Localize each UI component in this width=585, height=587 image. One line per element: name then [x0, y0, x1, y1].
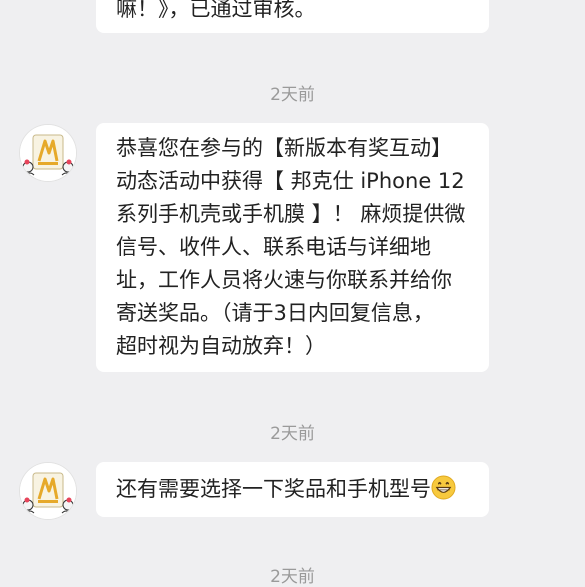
message-line: 超时视为自动放弃！） [116, 334, 326, 358]
timestamp: 2天前 [270, 567, 315, 587]
message-text: 嘛！》，已通过审核。 [116, 0, 316, 21]
message-line: 恭喜您在参与的【新版本有奖互动】 [116, 136, 452, 160]
message-line: 系列手机壳或手机膜 】！ 麻烦提供微 [116, 202, 466, 226]
message-bubble-previous[interactable]: 嘛！》，已通过审核。 [96, 0, 489, 33]
message-text: 还有需要选择一下奖品和手机型号 [116, 477, 431, 501]
message-line: 址，工作人员将火速与你联系并给你 [116, 268, 452, 292]
message-bubble[interactable]: 恭喜您在参与的【新版本有奖互动】 动态活动中获得【 邦克仕 iPhone 12 … [96, 123, 489, 372]
timestamp: 2天前 [270, 85, 315, 105]
message-line: 寄送奖品。（请于3日内回复信息， [116, 301, 434, 325]
timestamp: 2天前 [270, 424, 315, 444]
message-bubble[interactable]: 还有需要选择一下奖品和手机型号 [96, 462, 489, 517]
cartoon-character-avatar-icon [20, 125, 76, 181]
cartoon-character-avatar-icon [20, 463, 76, 519]
avatar[interactable] [20, 125, 76, 181]
message-line: 信号、收件人、联系电话与详细地 [116, 235, 431, 259]
message-line: 动态活动中获得【 邦克仕 iPhone 12 [116, 169, 465, 193]
avatar[interactable] [20, 463, 76, 519]
grinning-emoji-icon [431, 475, 456, 500]
